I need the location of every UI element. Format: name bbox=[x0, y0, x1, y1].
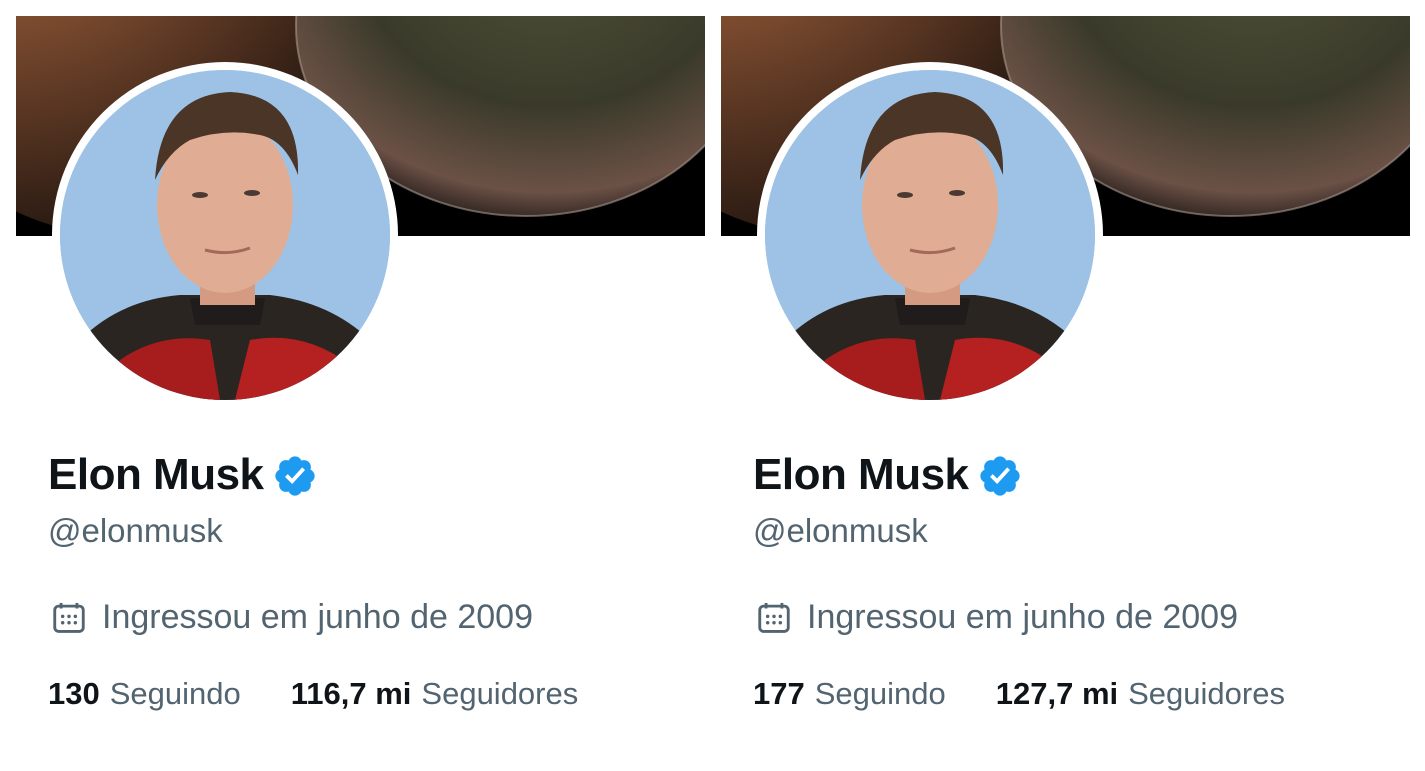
followers-label: Seguidores bbox=[1128, 676, 1285, 711]
follow-stats: 177 Seguindo 127,7 mi Seguidores bbox=[753, 676, 1285, 712]
profile-panel-left: Elon Musk @elonmusk Ingressou em junho d… bbox=[0, 0, 705, 771]
handle: @elonmusk bbox=[48, 512, 223, 549]
following-label: Seguindo bbox=[814, 676, 946, 711]
calendar-icon bbox=[50, 599, 88, 637]
display-name: Elon Musk bbox=[753, 450, 969, 499]
verified-badge-icon[interactable] bbox=[272, 453, 318, 499]
joined-date-row: Ingressou em junho de 2009 bbox=[50, 598, 533, 637]
following-label: Seguindo bbox=[109, 676, 241, 711]
followers-link[interactable]: 116,7 mi Seguidores bbox=[291, 676, 579, 712]
name-row: Elon Musk bbox=[48, 450, 318, 500]
name-row: Elon Musk bbox=[753, 450, 1023, 500]
profile-avatar[interactable] bbox=[52, 62, 398, 408]
followers-label: Seguidores bbox=[421, 676, 579, 711]
calendar-icon bbox=[755, 599, 793, 637]
avatar-photo bbox=[60, 70, 390, 400]
joined-date-row: Ingressou em junho de 2009 bbox=[755, 598, 1238, 637]
profile-avatar[interactable] bbox=[757, 62, 1103, 408]
joined-date-text: Ingressou em junho de 2009 bbox=[807, 598, 1238, 636]
display-name: Elon Musk bbox=[48, 450, 264, 499]
followers-count: 116,7 mi bbox=[290, 676, 412, 711]
followers-link[interactable]: 127,7 mi Seguidores bbox=[996, 676, 1285, 712]
profile-panel-right: Elon Musk @elonmusk Ingressou em junho d… bbox=[705, 0, 1410, 771]
followers-count: 127,7 mi bbox=[995, 676, 1119, 711]
following-link[interactable]: 130 Seguindo bbox=[48, 676, 241, 712]
avatar-photo bbox=[765, 70, 1095, 400]
follow-stats: 130 Seguindo 116,7 mi Seguidores bbox=[48, 676, 578, 712]
handle: @elonmusk bbox=[753, 512, 928, 549]
verified-badge-icon[interactable] bbox=[977, 453, 1023, 499]
joined-date-text: Ingressou em junho de 2009 bbox=[102, 598, 533, 636]
following-count: 177 bbox=[753, 676, 805, 711]
following-link[interactable]: 177 Seguindo bbox=[753, 676, 946, 712]
following-count: 130 bbox=[48, 676, 100, 711]
